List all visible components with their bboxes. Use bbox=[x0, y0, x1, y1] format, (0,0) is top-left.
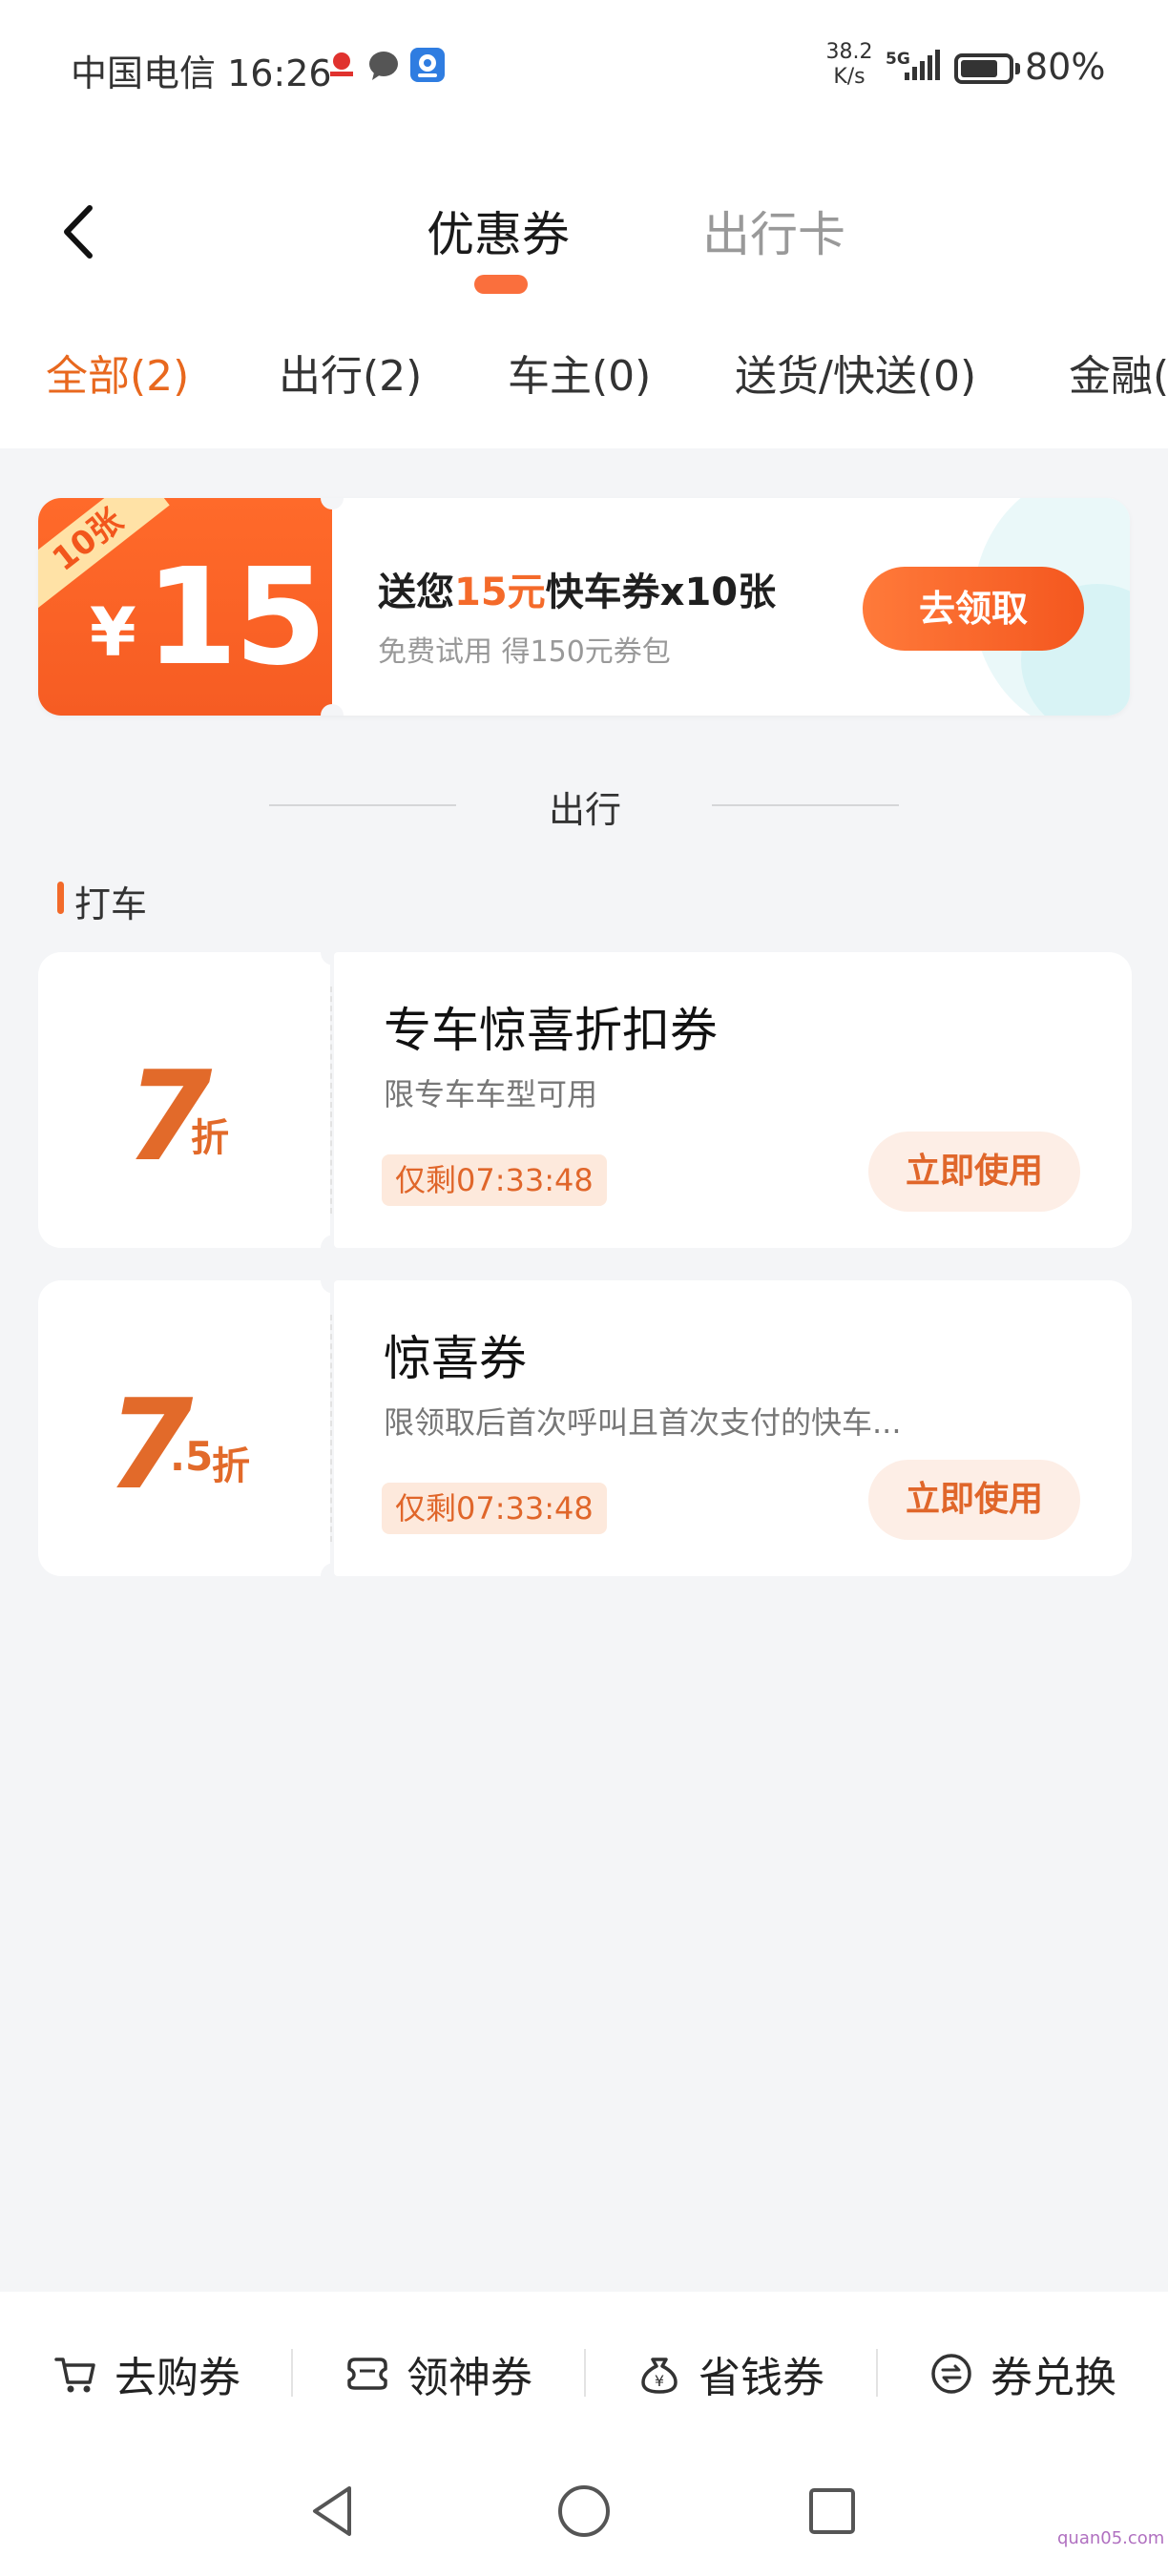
back-button[interactable] bbox=[48, 189, 115, 275]
buy-coupons-label: 去购券 bbox=[115, 2354, 240, 2402]
ticket-icon bbox=[347, 2358, 387, 2390]
promo-banner[interactable]: 10张 ¥ 15 送您15元快车券x10张 免费试用 得150元券包 去领取 bbox=[38, 498, 1130, 716]
back-arrow-icon bbox=[64, 205, 93, 259]
coupon-separator bbox=[330, 987, 332, 1214]
header bbox=[0, 143, 1168, 448]
bottom-separator bbox=[291, 2349, 293, 2397]
redeem-coupons-label: 券兑换 bbox=[991, 2354, 1116, 2402]
buy-coupons-button[interactable]: 去购券 bbox=[53, 2345, 240, 2402]
coupon-separator bbox=[330, 1315, 332, 1542]
money-bag-icon: ¥ bbox=[641, 2358, 678, 2394]
group-marker bbox=[57, 882, 64, 914]
banner-currency: ¥ bbox=[90, 593, 136, 672]
watermark-text: quan05.com bbox=[1057, 2528, 1165, 2548]
banner-amount: 15 bbox=[145, 540, 327, 696]
coupon-title: 专车惊喜折扣券 bbox=[384, 1003, 718, 1058]
square-recents-icon bbox=[809, 2488, 855, 2534]
coupon-discount-decimal: .5 bbox=[170, 1433, 214, 1480]
nav-home-button[interactable] bbox=[553, 2481, 615, 2545]
battery-icon bbox=[954, 53, 1013, 84]
circle-home-icon bbox=[558, 2485, 610, 2537]
banner-title: 送您15元快车券x10张 bbox=[378, 571, 777, 614]
nav-back-button[interactable] bbox=[303, 2481, 361, 2545]
chat-bubble-icon bbox=[366, 48, 401, 82]
use-now-button[interactable]: 立即使用 bbox=[868, 1460, 1080, 1540]
use-now-button[interactable]: 立即使用 bbox=[868, 1132, 1080, 1212]
carrier-time: 中国电信 16:26 bbox=[71, 52, 332, 94]
nav-recents-button[interactable] bbox=[802, 2481, 863, 2545]
triangle-back-icon bbox=[313, 2486, 351, 2536]
filter-all[interactable]: 全部(2) bbox=[46, 342, 189, 403]
coupon-card[interactable]: 7 折 专车惊喜折扣券 限专车车型可用 仅剩07:33:48 立即使用 bbox=[38, 939, 1132, 1261]
coupon-countdown: 仅剩07:33:48 bbox=[382, 1154, 607, 1206]
filter-car-owner[interactable]: 车主(0) bbox=[508, 342, 651, 403]
banner-notch bbox=[321, 704, 344, 716]
save-money-coupons-button[interactable]: ¥ 省钱券 bbox=[637, 2345, 824, 2402]
tab-active-indicator bbox=[474, 275, 528, 294]
filter-travel[interactable]: 出行(2) bbox=[279, 342, 422, 403]
svg-text:¥: ¥ bbox=[655, 2372, 664, 2390]
banner-subtitle: 免费试用 得150元券包 bbox=[378, 635, 671, 669]
battery-level-fill bbox=[961, 60, 997, 77]
coupon-description: 限专车车型可用 bbox=[384, 1076, 598, 1112]
coupon-discount-panel: 7 .5 折 bbox=[38, 1280, 330, 1576]
tab-coupons[interactable]: 优惠券 bbox=[427, 197, 570, 265]
filter-finance[interactable]: 金融( bbox=[1069, 342, 1168, 403]
bottom-separator bbox=[876, 2349, 878, 2397]
section-title: 出行 bbox=[549, 789, 622, 831]
bottom-separator bbox=[584, 2349, 586, 2397]
notification-app-icon bbox=[324, 48, 359, 82]
banner-amount-panel: 10张 ¥ 15 bbox=[38, 498, 332, 716]
filter-delivery[interactable]: 送货/快送(0) bbox=[735, 342, 976, 403]
cart-icon bbox=[54, 2358, 95, 2393]
coupon-discount-unit: 折 bbox=[212, 1444, 250, 1488]
claim-coupons-button[interactable]: 领神券 bbox=[345, 2345, 532, 2402]
coupon-countdown: 仅剩07:33:48 bbox=[382, 1483, 607, 1534]
claim-button[interactable]: 去领取 bbox=[863, 567, 1084, 651]
tab-travel-card[interactable]: 出行卡 bbox=[702, 197, 845, 265]
coupon-description: 限领取后首次呼叫且首次支付的快车... bbox=[384, 1404, 902, 1441]
coupon-title: 惊喜券 bbox=[384, 1331, 527, 1386]
exchange-icon bbox=[931, 2354, 971, 2394]
battery-percent: 80% bbox=[1025, 46, 1106, 88]
app-notification-icon bbox=[410, 48, 445, 82]
divider-line bbox=[712, 804, 899, 806]
battery-cap bbox=[1015, 63, 1020, 74]
network-speed: 38.2 K/s bbox=[825, 40, 873, 89]
save-money-coupons-label: 省钱券 bbox=[699, 2354, 824, 2402]
divider-line bbox=[269, 804, 456, 806]
coupon-card[interactable]: 7 .5 折 惊喜券 限领取后首次呼叫且首次支付的快车... 仅剩07:33:4… bbox=[38, 1267, 1132, 1589]
claim-coupons-label: 领神券 bbox=[407, 2354, 532, 2402]
coupon-discount-panel: 7 折 bbox=[38, 952, 330, 1248]
signal-bars-icon bbox=[903, 48, 943, 86]
redeem-coupons-button[interactable]: 券兑换 bbox=[929, 2345, 1116, 2402]
group-title: 打车 bbox=[74, 883, 148, 925]
coupon-discount-unit: 折 bbox=[191, 1116, 229, 1160]
